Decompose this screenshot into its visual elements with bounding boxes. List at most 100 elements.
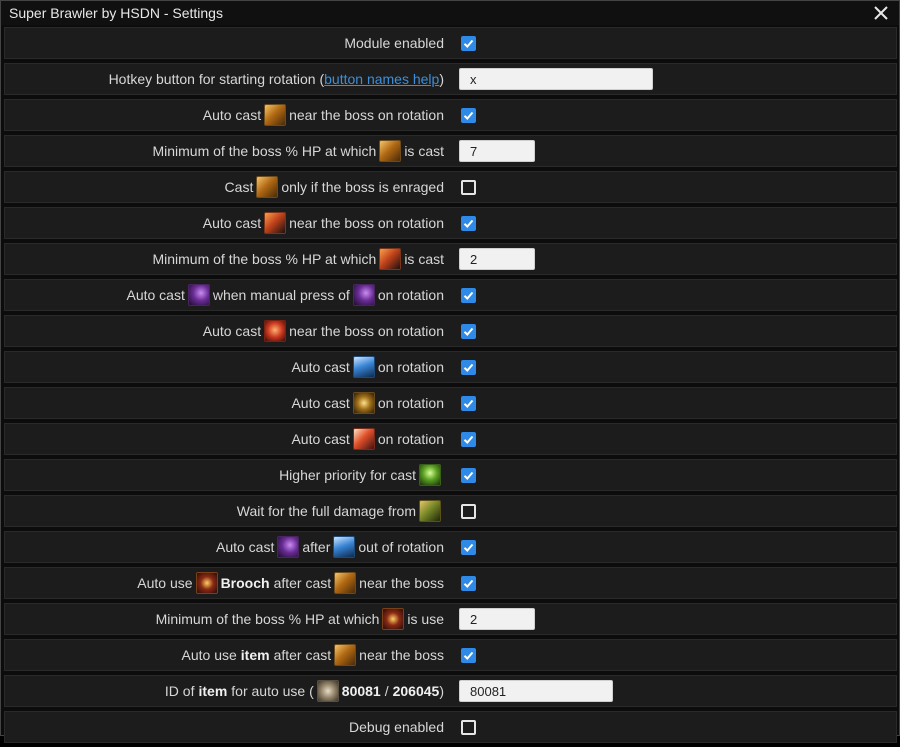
module-enabled-checkbox[interactable] <box>461 35 476 51</box>
skill-purple-icon <box>187 284 210 306</box>
setting-label: ) <box>439 683 444 699</box>
min-hp-input[interactable] <box>459 608 535 630</box>
setting-label: Minimum of the boss % HP at which <box>152 143 377 159</box>
setting-label: only if the boss is enraged <box>281 179 444 195</box>
setting-label: Auto cast <box>126 287 185 303</box>
setting-checkbox[interactable] <box>461 107 476 123</box>
settings-window: Super Brawler by HSDN - Settings Module … <box>0 0 900 743</box>
setting-checkbox[interactable] <box>461 323 476 339</box>
setting-checkbox[interactable] <box>461 503 476 519</box>
setting-checkbox[interactable] <box>461 179 476 195</box>
checkmark-icon <box>463 435 474 444</box>
brooch-icon <box>382 608 405 630</box>
setting-label: Auto cast <box>291 359 350 375</box>
checkmark-icon <box>463 111 474 120</box>
setting-row-13: Auto cast after out of rotation <box>4 531 897 563</box>
setting-checkbox[interactable] <box>461 287 476 303</box>
skill-fire-icon <box>264 212 287 234</box>
checkmark-icon <box>463 471 474 480</box>
skill-gold-icon <box>256 176 279 198</box>
setting-label: Wait for the full damage from <box>236 503 416 519</box>
setting-checkbox[interactable] <box>461 215 476 231</box>
setting-label: near the boss <box>359 647 444 663</box>
item-id-1: 80081 <box>341 683 381 699</box>
skill-blue-icon <box>333 536 356 558</box>
checkmark-icon <box>463 543 474 552</box>
checkmark-icon <box>463 651 474 660</box>
setting-label: Auto cast <box>291 431 350 447</box>
checkmark-icon <box>463 327 474 336</box>
close-icon <box>874 6 888 20</box>
setting-row-14: Auto use Brooch after cast near the boss <box>4 567 897 599</box>
setting-label: / <box>384 683 389 699</box>
setting-label: Auto cast <box>215 539 275 555</box>
skill-gold-icon <box>264 104 287 126</box>
skill-gold-icon <box>334 572 357 594</box>
setting-label: Auto cast <box>202 215 262 231</box>
setting-label: Auto use <box>181 647 237 663</box>
min-hp-input[interactable] <box>459 248 535 270</box>
checkmark-icon <box>463 363 474 372</box>
debug-enabled-checkbox[interactable] <box>461 719 476 735</box>
setting-row-17: ID of item for auto use (80081/206045) <box>4 675 897 707</box>
setting-label: after cast <box>273 575 332 591</box>
setting-checkbox[interactable] <box>461 647 476 663</box>
setting-label: after <box>302 539 331 555</box>
setting-checkbox[interactable] <box>461 395 476 411</box>
setting-label: out of rotation <box>358 539 444 555</box>
skill-purple-icon <box>277 536 300 558</box>
setting-row-16: Auto use item after cast near the boss <box>4 639 897 671</box>
setting-checkbox[interactable] <box>461 467 476 483</box>
setting-label: when manual press of <box>212 287 350 303</box>
item-id-input[interactable] <box>459 680 613 702</box>
setting-label: after cast <box>273 647 332 663</box>
skill-fire-icon <box>379 248 402 270</box>
setting-row-8: Auto cast on rotation <box>4 351 897 383</box>
setting-label: on rotation <box>377 431 444 447</box>
setting-label: Auto cast <box>202 323 262 339</box>
setting-checkbox[interactable] <box>461 431 476 447</box>
setting-row-4: Auto cast near the boss on rotation <box>4 207 897 239</box>
setting-checkbox[interactable] <box>461 539 476 555</box>
checkmark-icon <box>463 291 474 300</box>
setting-row-10: Auto cast on rotation <box>4 423 897 455</box>
setting-label-bold: item <box>198 683 228 699</box>
button-names-help-link[interactable]: button names help <box>324 71 439 87</box>
item-icon <box>316 680 339 702</box>
title-bar: Super Brawler by HSDN - Settings <box>1 1 899 25</box>
setting-label: Hotkey button for starting rotation ( <box>108 71 325 87</box>
setting-row-2: Minimum of the boss % HP at which is cast <box>4 135 897 167</box>
brooch-icon <box>195 572 218 594</box>
setting-label: Auto cast <box>291 395 350 411</box>
setting-label: near the boss on rotation <box>289 323 444 339</box>
setting-label: near the boss <box>359 575 444 591</box>
hotkey-input[interactable] <box>459 68 653 90</box>
setting-row-hotkey: Hotkey button for starting rotation (but… <box>4 63 897 95</box>
checkmark-icon <box>463 399 474 408</box>
setting-checkbox[interactable] <box>461 575 476 591</box>
setting-label: is cast <box>404 143 444 159</box>
setting-label: near the boss on rotation <box>289 107 444 123</box>
setting-checkbox[interactable] <box>461 359 476 375</box>
setting-label: near the boss on rotation <box>289 215 444 231</box>
checkmark-icon <box>463 219 474 228</box>
setting-row-module-enabled: Module enabled <box>4 27 897 59</box>
skill-purple-icon <box>352 284 375 306</box>
checkmark-icon <box>463 39 474 48</box>
setting-label: ID of <box>164 683 195 699</box>
min-hp-input[interactable] <box>459 140 535 162</box>
setting-row-9: Auto cast on rotation <box>4 387 897 419</box>
setting-label: Cast <box>224 179 254 195</box>
setting-label: Auto use <box>137 575 193 591</box>
setting-row-6: Auto cast when manual press of on rotation <box>4 279 897 311</box>
setting-label: is use <box>407 611 444 627</box>
setting-label: Auto cast <box>202 107 262 123</box>
setting-row-11: Higher priority for cast <box>4 459 897 491</box>
skill-red-claw-icon <box>352 428 375 450</box>
setting-label: Minimum of the boss % HP at which <box>155 611 380 627</box>
setting-label: ) <box>439 71 444 87</box>
setting-row-1: Auto cast near the boss on rotation <box>4 99 897 131</box>
close-button[interactable] <box>871 3 891 23</box>
skill-gold-icon <box>334 644 357 666</box>
skill-red-icon <box>264 320 287 342</box>
